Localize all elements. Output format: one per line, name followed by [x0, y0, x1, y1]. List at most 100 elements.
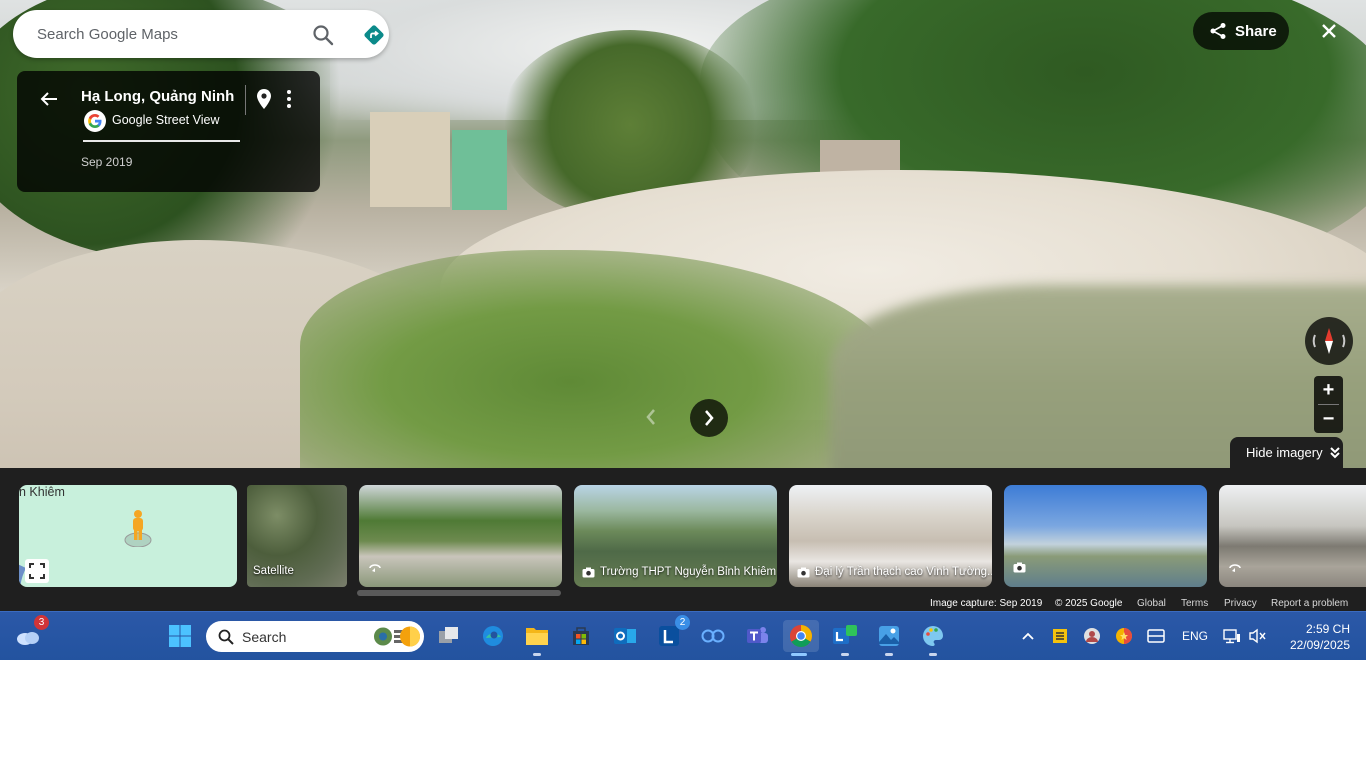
paint-palette-icon: [923, 626, 943, 646]
start-button[interactable]: [164, 620, 196, 652]
zoom-control: + −: [1314, 376, 1343, 433]
share-icon: [1210, 23, 1226, 39]
remote-app[interactable]: [829, 620, 861, 656]
previous-arrow-button[interactable]: [634, 400, 668, 434]
photos-app[interactable]: [873, 620, 905, 656]
copilot-app[interactable]: [697, 620, 729, 652]
thumbnail-label: Đại lý Trần thạch cao Vinh Tường...: [815, 566, 992, 578]
notification-badge: 3: [34, 615, 49, 630]
notification-badge: 2: [675, 615, 690, 630]
report-problem-link[interactable]: Report a problem: [1271, 598, 1348, 609]
location-pin-icon[interactable]: [255, 88, 273, 110]
close-button[interactable]: [1310, 12, 1348, 50]
folder-icon: [526, 628, 548, 645]
location-info-card: Hạ Long, Quảng Ninh Google Street View S…: [17, 71, 320, 192]
edge-app[interactable]: [477, 620, 509, 652]
infinity-icon: [701, 629, 725, 643]
pegman-icon[interactable]: [123, 507, 153, 552]
search-highlight-icon: [374, 626, 420, 647]
clock-time: 2:59 CH: [1305, 622, 1350, 636]
back-arrow-icon[interactable]: [37, 87, 61, 111]
compass-button[interactable]: [1305, 317, 1353, 365]
google-logo-icon: [84, 110, 106, 132]
show-hidden-icons-button[interactable]: [1013, 620, 1043, 652]
file-explorer-app[interactable]: [521, 620, 553, 656]
global-link[interactable]: Global: [1137, 598, 1166, 609]
photo-thumbnail[interactable]: [1004, 485, 1207, 587]
chevron-up-icon: [1022, 632, 1034, 640]
terms-link[interactable]: Terms: [1181, 598, 1208, 609]
lync-app[interactable]: 2: [653, 615, 690, 652]
chevron-right-icon: [705, 410, 714, 426]
location-title: Hạ Long, Quảng Ninh: [81, 88, 235, 105]
paint-app[interactable]: [917, 620, 949, 656]
zoom-in-button[interactable]: +: [1314, 376, 1343, 404]
privacy-link[interactable]: Privacy: [1224, 598, 1257, 609]
weather-widget[interactable]: 3: [12, 615, 49, 652]
chevron-left-icon: [646, 409, 655, 425]
source-underline: [83, 140, 240, 142]
screen: Hạ Long, Quảng Ninh Google Street View S…: [0, 0, 1366, 660]
search-input[interactable]: [37, 19, 287, 49]
image-capture-date: Image capture: Sep 2019: [930, 598, 1043, 609]
task-view-icon: [439, 627, 458, 643]
double-chevron-down-icon: [1329, 446, 1340, 458]
share-button[interactable]: Share: [1193, 12, 1289, 50]
tray-app-2[interactable]: [1077, 620, 1107, 652]
tray-app-3[interactable]: [1109, 620, 1139, 652]
unikey-icon: [1116, 628, 1132, 644]
chrome-app[interactable]: [783, 620, 819, 656]
photo-thumbnail[interactable]: [1219, 485, 1366, 587]
user-app-icon: [1084, 628, 1100, 644]
minimap[interactable]: n Khiêm: [19, 485, 237, 587]
copyright-text: © 2025 Google: [1055, 598, 1123, 609]
taskbar-search[interactable]: Search: [206, 621, 424, 652]
directions-icon[interactable]: [362, 23, 386, 47]
satellite-toggle[interactable]: Satellite: [247, 485, 347, 587]
capture-date[interactable]: Sep 2019: [81, 155, 132, 169]
microsoft-store-app[interactable]: [565, 620, 597, 652]
more-options-icon[interactable]: [280, 88, 298, 110]
fullscreen-icon[interactable]: [25, 559, 49, 583]
network-app-icon: [1053, 629, 1067, 643]
camera-icon: [1013, 560, 1026, 578]
photo-thumbnail[interactable]: Trường THPT Nguyễn Bỉnh Khiêm: [574, 485, 777, 587]
task-view-button[interactable]: [433, 620, 465, 652]
photo-thumbnail[interactable]: [359, 485, 562, 587]
search-icon[interactable]: [311, 23, 335, 47]
satellite-label: Satellite: [253, 565, 294, 577]
minimap-label: n Khiêm: [19, 485, 65, 499]
teams-app[interactable]: [741, 620, 773, 652]
hide-imagery-button[interactable]: Hide imagery: [1230, 437, 1343, 468]
outlook-app[interactable]: [609, 620, 641, 652]
compass-icon: [1312, 328, 1346, 354]
thumbnail-label: Trường THPT Nguyễn Bỉnh Khiêm: [600, 566, 777, 578]
outlook-icon: [614, 628, 636, 644]
windows-logo-icon: [169, 625, 191, 647]
attribution-bar: Image capture: Sep 2019 © 2025 Google Gl…: [0, 597, 1366, 611]
teams-icon: [747, 627, 768, 643]
taskbar-search-placeholder: Search: [242, 628, 287, 645]
360-icon: [1228, 560, 1242, 578]
photo-thumbnail[interactable]: Đại lý Trần thạch cao Vinh Tường...: [789, 485, 992, 587]
tray-app-4[interactable]: [1141, 620, 1171, 652]
imagery-strip: n Khiêm Satellite Trường THPT Nguyễn Bỉn…: [0, 468, 1366, 611]
camera-icon: [582, 567, 595, 577]
360-icon: [368, 560, 382, 578]
camera-icon: [797, 567, 810, 577]
language-indicator[interactable]: ENG: [1182, 629, 1208, 643]
volume-muted-icon: [1249, 628, 1266, 644]
imagery-source[interactable]: Google Street View: [112, 113, 219, 127]
tray-app-1[interactable]: [1045, 620, 1075, 652]
edge-icon: [483, 626, 503, 646]
remote-desktop-icon: [833, 625, 857, 644]
search-box: [13, 10, 389, 58]
next-arrow-button[interactable]: [690, 399, 728, 437]
strip-scrollbar[interactable]: [357, 590, 561, 596]
close-icon: [1322, 24, 1336, 38]
volume-status[interactable]: [1243, 620, 1273, 652]
display-icon: [1147, 629, 1165, 643]
network-icon: [1223, 629, 1240, 644]
clock[interactable]: 2:59 CH 22/09/2025: [1278, 621, 1350, 653]
zoom-out-button[interactable]: −: [1314, 405, 1343, 433]
